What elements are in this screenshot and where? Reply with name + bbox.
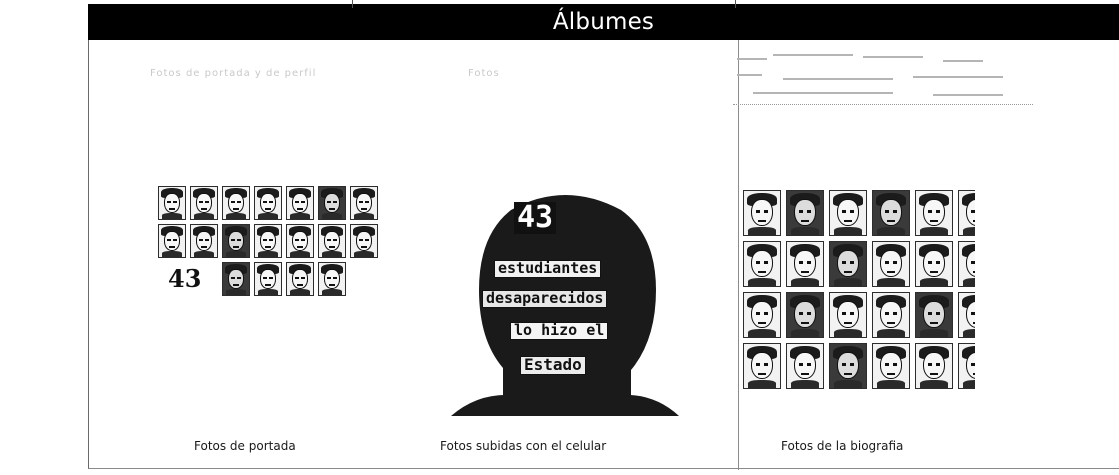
face-thumbnail	[872, 190, 910, 236]
poster-line: lo hizo el	[510, 322, 609, 340]
face-thumbnail	[222, 224, 250, 258]
face-thumbnail	[915, 241, 953, 287]
face-thumbnail	[318, 186, 346, 220]
header-divider-tick	[352, 0, 353, 8]
face-thumbnail	[829, 190, 867, 236]
face-thumbnail	[190, 224, 218, 258]
face-thumbnail	[286, 262, 314, 296]
face-thumbnail	[872, 241, 910, 287]
cover-number-text: 43	[168, 264, 202, 293]
album-fotos-subidas-con-el-celular[interactable]: 43 estudiantes desaparecidos lo hizo el …	[440, 180, 700, 460]
face-thumbnail	[350, 224, 378, 258]
cover-number-cell: 43	[158, 262, 218, 296]
face-thumbnail	[254, 224, 282, 258]
face-thumbnail	[222, 262, 250, 296]
header-divider-tick	[735, 0, 736, 8]
albums-header: Álbumes	[88, 4, 1119, 40]
face-thumbnail	[743, 292, 781, 338]
face-thumbnail	[958, 241, 975, 287]
face-thumbnail	[318, 262, 346, 296]
face-thumbnail	[318, 224, 346, 258]
face-thumbnail	[286, 186, 314, 220]
album-fotos-de-la-biografia[interactable]: Fotos de la biografia	[743, 180, 983, 460]
album-caption[interactable]: Fotos subidas con el celular	[440, 439, 606, 453]
face-thumbnail	[254, 262, 282, 296]
face-thumbnail	[915, 190, 953, 236]
poster-line: Estado	[520, 356, 586, 375]
album-cover-faces: 43	[158, 186, 378, 296]
face-thumbnail	[829, 343, 867, 389]
album-caption[interactable]: Fotos de portada	[194, 439, 296, 453]
face-thumbnail	[286, 224, 314, 258]
face-thumbnail	[829, 292, 867, 338]
face-thumbnail	[872, 292, 910, 338]
scan-noise-decoration	[733, 44, 1033, 105]
face-thumbnail	[743, 343, 781, 389]
face-thumbnail	[958, 292, 975, 338]
face-thumbnail	[829, 241, 867, 287]
poster-line: estudiantes	[494, 260, 602, 278]
poster-line: desaparecidos	[482, 290, 608, 308]
face-thumbnail	[190, 186, 218, 220]
face-thumbnail	[743, 241, 781, 287]
face-thumbnail	[743, 190, 781, 236]
face-thumbnail	[158, 224, 186, 258]
faint-album-label: Fotos	[468, 68, 500, 79]
page-title: Álbumes	[552, 9, 655, 35]
album-caption[interactable]: Fotos de la biografia	[781, 439, 903, 453]
poster-line: 43	[514, 202, 557, 234]
face-thumbnail	[786, 241, 824, 287]
face-thumbnail	[786, 343, 824, 389]
album-cover-faces	[743, 190, 975, 389]
face-thumbnail	[222, 186, 250, 220]
face-thumbnail	[872, 343, 910, 389]
face-thumbnail	[350, 186, 378, 220]
album-fotos-de-portada[interactable]: 43 Fotos de portada	[150, 180, 400, 460]
face-thumbnail	[958, 343, 975, 389]
faint-album-label: Fotos de portada y de perfil	[150, 68, 317, 79]
face-thumbnail	[915, 343, 953, 389]
face-thumbnail	[915, 292, 953, 338]
face-thumbnail	[786, 292, 824, 338]
face-thumbnail	[958, 190, 975, 236]
face-thumbnail	[254, 186, 282, 220]
face-thumbnail	[158, 186, 186, 220]
face-thumbnail	[786, 190, 824, 236]
